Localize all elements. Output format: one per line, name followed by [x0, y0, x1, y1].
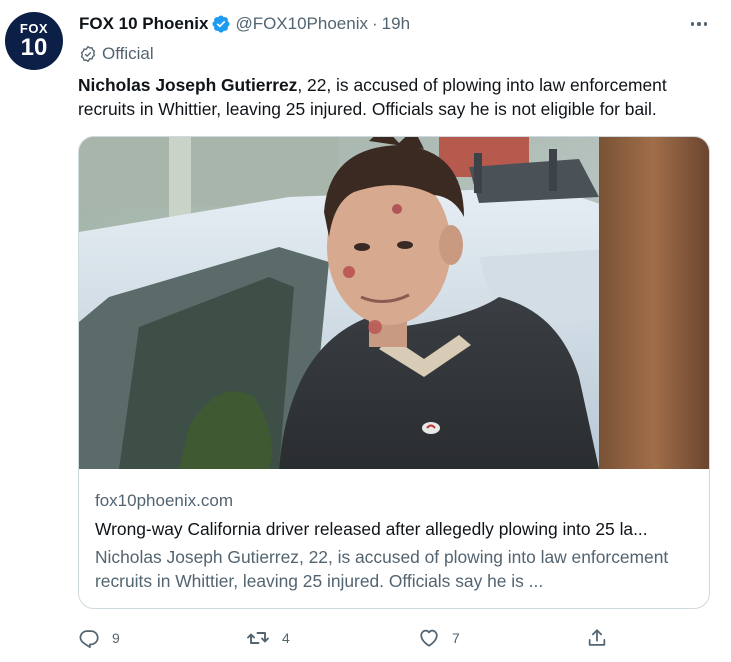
avatar[interactable]: FOX 10 — [5, 12, 63, 70]
card-description: Nicholas Joseph Gutierrez, 22, is accuse… — [95, 547, 669, 591]
card-title: Wrong-way California driver released aft… — [95, 519, 648, 539]
display-name[interactable]: FOX 10 Phoenix — [79, 14, 208, 34]
timestamp[interactable]: 19h — [382, 14, 410, 34]
card-domain: fox10phoenix.com — [95, 491, 233, 510]
share-button[interactable] — [586, 624, 608, 652]
reply-icon — [78, 627, 100, 649]
handle[interactable]: @FOX10Phoenix — [235, 14, 368, 34]
official-badge-icon — [79, 45, 97, 63]
like-icon — [418, 627, 440, 649]
retweet-icon — [246, 626, 270, 650]
tweet-text-bold-name: Nicholas Joseph Gutierrez — [78, 75, 298, 95]
more-options-icon[interactable] — [688, 16, 710, 32]
share-icon — [586, 627, 608, 649]
tweet[interactable]: FOX 10 FOX 10 Phoenix @FOX10Phoenix · 19… — [0, 0, 731, 662]
retweet-count: 4 — [282, 630, 290, 646]
separator-dot: · — [371, 14, 378, 33]
like-count: 7 — [452, 630, 460, 646]
retweet-button[interactable]: 4 — [246, 624, 290, 652]
tweet-text: Nicholas Joseph Gutierrez, 22, is accuse… — [78, 73, 718, 121]
official-label: Official — [79, 43, 154, 65]
link-card[interactable]: fox10phoenix.com Wrong-way California dr… — [78, 136, 710, 609]
reply-count: 9 — [112, 630, 120, 646]
official-label-text: Official — [102, 44, 154, 63]
avatar-logo-text-bottom: 10 — [20, 34, 48, 61]
tweet-header: FOX 10 Phoenix @FOX10Phoenix · 19h — [79, 13, 410, 35]
tweet-actions: 9 4 7 — [78, 624, 618, 652]
reply-button[interactable]: 9 — [78, 624, 120, 652]
verified-badge-icon — [211, 14, 231, 34]
like-button[interactable]: 7 — [418, 624, 460, 652]
card-image — [79, 137, 709, 469]
